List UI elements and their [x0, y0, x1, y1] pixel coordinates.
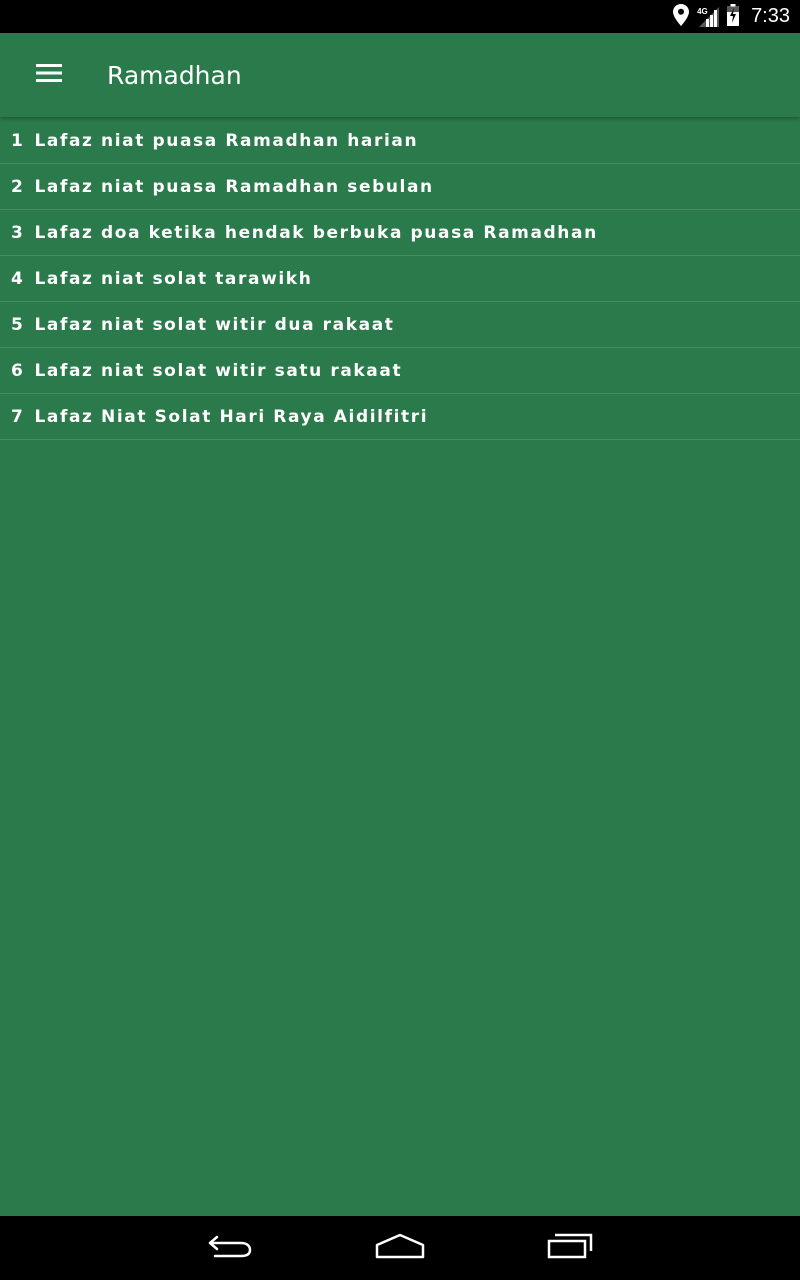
hamburger-menu-icon: [36, 64, 62, 86]
item-label: Lafaz niat puasa Ramadhan harian: [34, 130, 419, 151]
list-item[interactable]: 2 Lafaz niat puasa Ramadhan sebulan: [0, 164, 800, 210]
list-item[interactable]: 6 Lafaz niat solat witir satu rakaat: [0, 348, 800, 394]
item-number: 4: [11, 268, 25, 289]
back-button[interactable]: [145, 1216, 315, 1280]
item-number: 7: [11, 406, 25, 427]
signal-icon: 4G: [697, 6, 720, 27]
item-number: 1: [11, 130, 25, 151]
item-label: Lafaz Niat Solat Hari Raya Aidilfitri: [34, 406, 429, 427]
battery-icon: [727, 3, 740, 30]
item-number: 3: [11, 222, 25, 243]
status-bar: 4G 7:33: [0, 0, 800, 33]
item-number: 2: [11, 176, 25, 197]
topic-list: 1 Lafaz niat puasa Ramadhan harian 2 Laf…: [0, 118, 800, 440]
page-title: Ramadhan: [107, 60, 242, 90]
recents-button[interactable]: [485, 1216, 655, 1280]
item-number: 5: [11, 314, 25, 335]
item-number: 6: [11, 360, 25, 381]
status-icons: 4G 7:33: [673, 3, 790, 30]
menu-button[interactable]: [0, 33, 98, 117]
item-label: Lafaz niat puasa Ramadhan sebulan: [34, 176, 434, 197]
list-item[interactable]: 7 Lafaz Niat Solat Hari Raya Aidilfitri: [0, 394, 800, 440]
list-item[interactable]: 5 Lafaz niat solat witir dua rakaat: [0, 302, 800, 348]
location-icon: [673, 3, 690, 30]
item-label: Lafaz doa ketika hendak berbuka puasa Ra…: [34, 222, 598, 243]
list-item[interactable]: 3 Lafaz doa ketika hendak berbuka puasa …: [0, 210, 800, 256]
list-item[interactable]: 4 Lafaz niat solat tarawikh: [0, 256, 800, 302]
home-button[interactable]: [315, 1216, 485, 1280]
home-icon: [375, 1233, 425, 1263]
item-label: Lafaz niat solat witir dua rakaat: [34, 314, 395, 335]
item-label: Lafaz niat solat tarawikh: [34, 268, 313, 289]
back-icon: [207, 1233, 253, 1263]
item-label: Lafaz niat solat witir satu rakaat: [34, 360, 403, 381]
app-bar: Ramadhan: [0, 33, 800, 117]
system-nav-bar: [0, 1216, 800, 1280]
status-time: 7:33: [751, 5, 790, 27]
list-item[interactable]: 1 Lafaz niat puasa Ramadhan harian: [0, 118, 800, 164]
recents-icon: [547, 1233, 593, 1263]
